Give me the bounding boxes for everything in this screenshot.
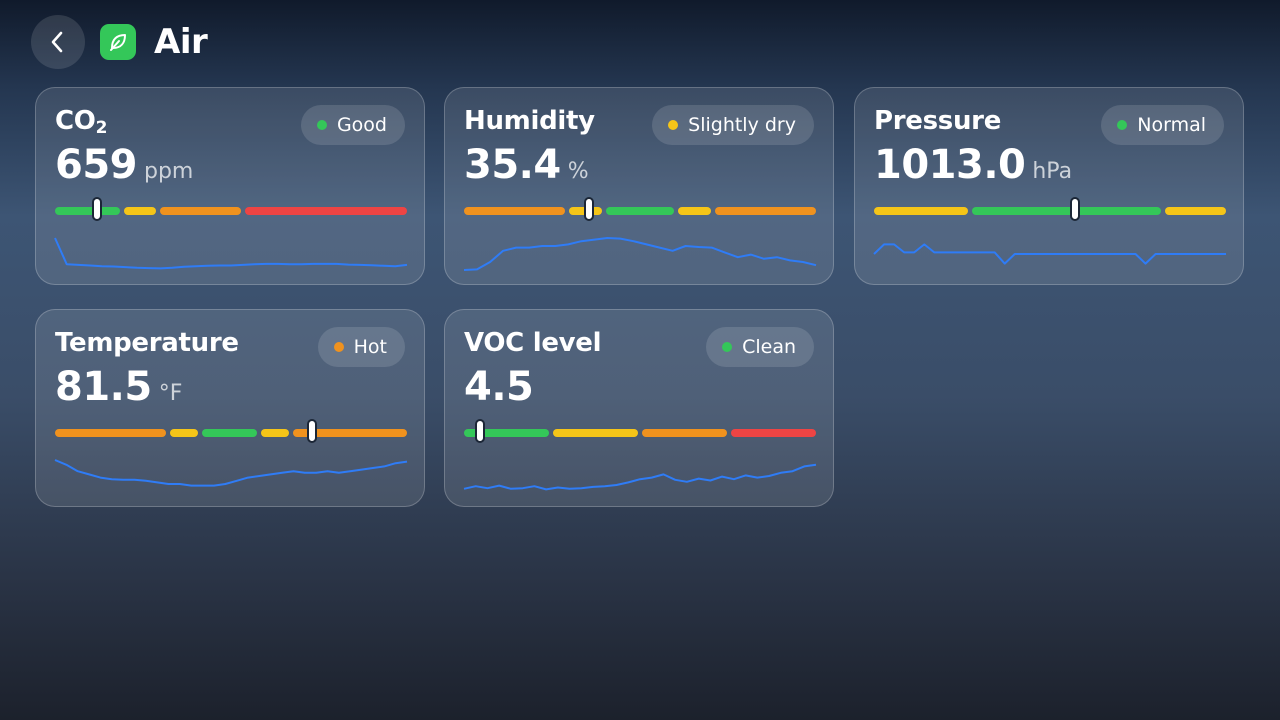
sensor-card-temperature[interactable]: Temperature Hot 81.5 °F (35, 309, 425, 507)
sparkline-path (874, 244, 1226, 263)
sparkline-path (55, 238, 407, 268)
trend-sparkline (874, 236, 1226, 272)
scale-segment-green (972, 207, 1161, 215)
card-title: Temperature (55, 328, 239, 358)
scale-segment-yellow (260, 429, 289, 437)
status-label: Slightly dry (688, 114, 796, 136)
scale-segment-orange (642, 429, 727, 437)
scale-segment-yellow (874, 207, 969, 215)
page-title: Air (154, 22, 208, 62)
scale-segment-yellow (169, 429, 198, 437)
status-dot (668, 120, 679, 130)
scale-marker (92, 197, 103, 221)
status-badge: Slightly dry (652, 105, 814, 145)
scale-marker (474, 419, 485, 443)
status-dot (333, 342, 344, 352)
scale-segment-red (245, 207, 407, 215)
status-badge: Good (300, 105, 405, 145)
scale-segment-orange (160, 207, 242, 215)
range-scale (464, 197, 816, 221)
status-dot (722, 342, 733, 352)
reading-unit: ppm (144, 159, 194, 184)
reading-value: 659 (55, 142, 138, 188)
reading: 35.4 % (464, 142, 589, 188)
scale-marker (306, 419, 317, 443)
reading-value: 35.4 (464, 142, 561, 188)
status-label: Hot (353, 336, 387, 358)
reading-unit: hPa (1032, 159, 1073, 184)
sensor-card-voc[interactable]: VOC level Clean 4.5 (444, 309, 834, 507)
scale-segment-green (606, 207, 674, 215)
scale-segment-yellow (677, 207, 712, 215)
trend-sparkline (55, 236, 407, 272)
reading: 81.5 °F (55, 364, 182, 410)
reading: 4.5 (464, 364, 540, 410)
scale-marker (1069, 197, 1080, 221)
chevron-left-icon (51, 31, 63, 53)
reading-unit: % (567, 159, 589, 184)
header: Air (31, 14, 208, 70)
range-scale (55, 419, 407, 443)
leaf-icon (100, 24, 136, 60)
card-title: CO2 (55, 106, 108, 138)
status-dot (316, 120, 327, 130)
status-label: Good (336, 114, 387, 136)
sparkline-path (464, 465, 816, 490)
trend-sparkline (55, 458, 407, 494)
reading-value: 4.5 (464, 364, 534, 410)
range-scale (874, 197, 1226, 221)
card-title: Pressure (874, 106, 1002, 136)
sparkline-path (464, 238, 816, 270)
scale-segment-orange (464, 207, 565, 215)
scale-segment-orange (715, 207, 816, 215)
range-scale (55, 197, 407, 221)
back-button[interactable] (31, 15, 85, 69)
status-badge: Hot (317, 327, 405, 367)
scale-segment-yellow (1164, 207, 1226, 215)
trend-sparkline (464, 458, 816, 494)
scale-segment-red (731, 429, 816, 437)
reading: 1013.0 hPa (874, 142, 1072, 188)
status-label: Clean (742, 336, 796, 358)
scale-segment-green (55, 207, 120, 215)
scale-segment-green (201, 429, 257, 437)
status-label: Normal (1137, 114, 1206, 136)
sparkline-path (55, 460, 407, 486)
scale-marker (583, 197, 594, 221)
status-badge: Normal (1101, 105, 1224, 145)
reading: 659 ppm (55, 142, 193, 188)
reading-unit: °F (158, 381, 183, 406)
reading-value: 81.5 (55, 364, 152, 410)
scale-segment-orange (55, 429, 166, 437)
sensor-card-co2[interactable]: CO2 Good 659 ppm (35, 87, 425, 285)
scale-segment-yellow (123, 207, 157, 215)
status-dot (1117, 120, 1128, 130)
scale-segment-yellow (553, 429, 638, 437)
card-title: VOC level (464, 328, 602, 358)
status-badge: Clean (706, 327, 814, 367)
range-scale (464, 419, 816, 443)
reading-value: 1013.0 (874, 142, 1026, 188)
sensor-card-pressure[interactable]: Pressure Normal 1013.0 hPa (854, 87, 1244, 285)
card-title: Humidity (464, 106, 595, 136)
sensor-card-humidity[interactable]: Humidity Slightly dry 35.4 % (444, 87, 834, 285)
trend-sparkline (464, 236, 816, 272)
